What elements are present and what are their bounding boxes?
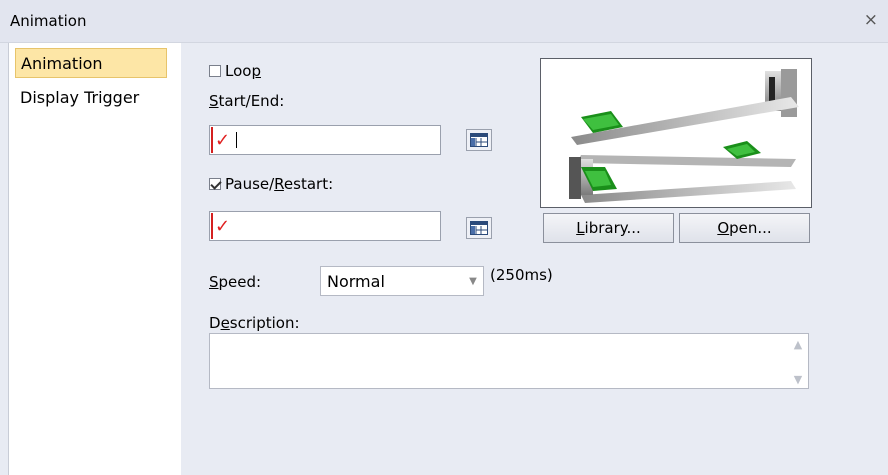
nav-item-label: Animation bbox=[21, 54, 103, 73]
scroll-down-icon[interactable]: ▼ bbox=[794, 373, 802, 386]
nav-item-display-trigger[interactable]: Display Trigger bbox=[15, 83, 139, 113]
description-scrollbar[interactable]: ▲ ▼ bbox=[790, 338, 806, 386]
pause-restart-checkbox-box[interactable] bbox=[209, 178, 221, 190]
title-bar: Animation × bbox=[0, 0, 888, 43]
animation-preview-image bbox=[569, 69, 799, 203]
speed-hint: (250ms) bbox=[490, 266, 553, 284]
start-end-label: Start/End: bbox=[209, 92, 285, 110]
start-end-browse-button[interactable] bbox=[466, 129, 492, 151]
window-title: Animation bbox=[10, 12, 87, 30]
checkmark-icon: ✓ bbox=[215, 215, 231, 237]
required-indicator bbox=[211, 213, 213, 239]
nav-item-label: Display Trigger bbox=[20, 88, 140, 107]
description-input[interactable]: ▲ ▼ bbox=[209, 333, 809, 389]
loop-label: Loop bbox=[225, 62, 261, 80]
speed-label: Speed: bbox=[209, 273, 262, 291]
pause-restart-input[interactable]: ✓ bbox=[209, 211, 441, 241]
open-button[interactable]: Open... bbox=[679, 213, 810, 243]
pause-restart-browse-button[interactable] bbox=[466, 217, 492, 239]
scroll-up-icon[interactable]: ▲ bbox=[794, 338, 802, 351]
loop-checkbox[interactable]: Loop bbox=[209, 62, 261, 80]
category-list: Animation Display Trigger bbox=[8, 43, 182, 475]
text-caret bbox=[236, 132, 238, 148]
table-icon bbox=[470, 133, 488, 147]
close-icon[interactable]: × bbox=[864, 10, 878, 30]
start-end-input[interactable]: ✓ bbox=[209, 125, 441, 155]
library-button[interactable]: Library... bbox=[543, 213, 674, 243]
settings-panel: Loop Start/End: ✓ Pause/Restart: ✓ L ibr… bbox=[181, 43, 888, 475]
speed-value: Normal bbox=[327, 271, 385, 291]
loop-checkbox-box[interactable] bbox=[209, 65, 221, 77]
nav-item-animation[interactable]: Animation bbox=[15, 48, 167, 78]
checkmark-icon: ✓ bbox=[215, 129, 231, 151]
animation-preview bbox=[540, 58, 812, 208]
chevron-down-icon[interactable]: ▼ bbox=[463, 267, 483, 295]
pause-restart-label: Pause/Restart: bbox=[225, 175, 334, 193]
speed-select[interactable]: Normal ▼ bbox=[320, 266, 484, 296]
pause-restart-checkbox[interactable]: Pause/Restart: bbox=[209, 175, 333, 193]
required-indicator bbox=[211, 127, 213, 153]
table-icon bbox=[470, 221, 488, 235]
description-label: Description: bbox=[209, 314, 300, 332]
